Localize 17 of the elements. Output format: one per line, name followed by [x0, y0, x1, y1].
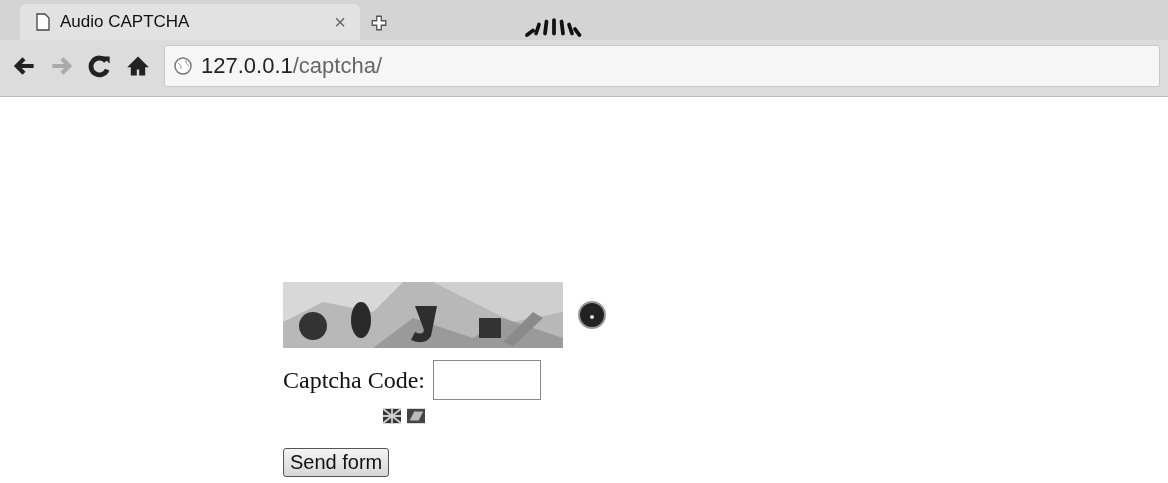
tab-title: Audio CAPTCHA: [60, 12, 191, 32]
captcha-input[interactable]: [432, 360, 541, 400]
back-icon[interactable]: [12, 54, 36, 78]
send-form-button[interactable]: Send form: [283, 448, 390, 477]
audio-icon[interactable]: [577, 300, 607, 330]
address-bar[interactable]: 127.0.0.1/captcha/: [164, 45, 1160, 87]
reload-icon[interactable]: [88, 54, 112, 78]
url-text: 127.0.0.1/captcha/: [201, 53, 383, 79]
new-tab-icon[interactable]: [370, 14, 388, 32]
refresh-image-icon[interactable]: [407, 408, 425, 424]
browser-tab[interactable]: Audio CAPTCHA ×: [20, 4, 360, 40]
close-tab-button[interactable]: ×: [334, 10, 346, 34]
home-icon[interactable]: [126, 54, 150, 78]
page-icon: [36, 13, 50, 31]
flag-icon[interactable]: [383, 408, 401, 424]
field-label: Captcha Code:: [283, 366, 425, 394]
theme-drawing: [524, 17, 584, 38]
